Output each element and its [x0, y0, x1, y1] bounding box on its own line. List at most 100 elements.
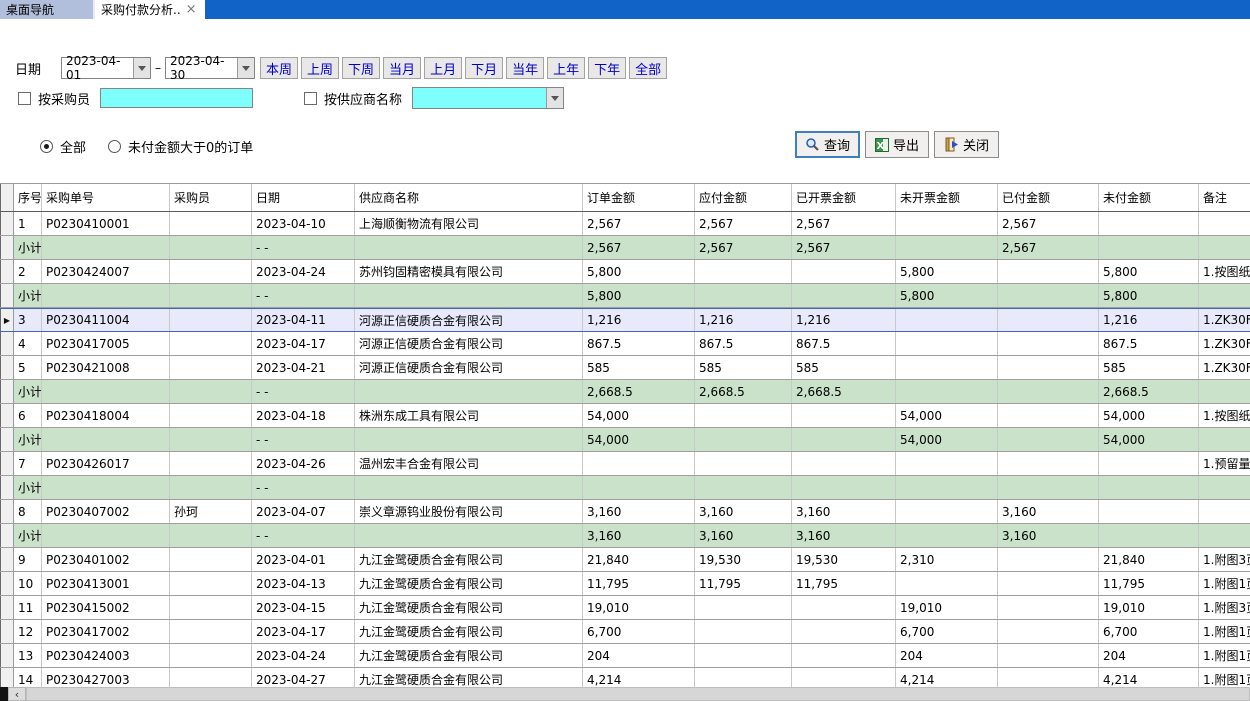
dropdown-button[interactable]	[237, 58, 254, 78]
subtotal-row[interactable]: 小计- -54,00054,00054,000	[0, 428, 1250, 452]
table-row[interactable]: 7P02304260172023-04-26温州宏丰合金有限公司1.预留量	[0, 452, 1250, 476]
scope-radio-1[interactable]: 未付金额大于0的订单	[108, 137, 253, 156]
grid-cell: 2023-04-17	[252, 332, 355, 355]
table-row[interactable]: 6P02304180042023-04-18株洲东成工具有限公司54,00054…	[0, 404, 1250, 428]
row-indicator	[0, 332, 14, 355]
data-grid: 序号采购单号采购员日期供应商名称订单金额应付金额已开票金额未开票金额已付金额未付…	[0, 183, 1250, 687]
scroll-left-button[interactable]: ‹	[8, 687, 26, 701]
date-to-value: 2023-04-30	[166, 54, 237, 82]
grid-cell: 1.ZK30F	[1199, 332, 1250, 355]
quick-range-button-0[interactable]: 本周	[260, 57, 298, 79]
quick-range-button-6[interactable]: 当年	[506, 57, 544, 79]
date-to-select[interactable]: 2023-04-30	[165, 57, 255, 79]
column-header[interactable]: 采购员	[170, 184, 252, 211]
column-header[interactable]: 序号	[14, 184, 42, 211]
grid-cell: 21,840	[583, 548, 695, 571]
column-header[interactable]: 订单金额	[583, 184, 695, 211]
grid-cell: 2023-04-10	[252, 212, 355, 235]
grid-cell	[170, 309, 252, 331]
by-purchaser-checkbox[interactable]	[18, 92, 31, 105]
table-row[interactable]: 9P02304010022023-04-01九江金鹭硬质合金有限公司21,840…	[0, 548, 1250, 572]
grid-cell: 1.按图纸	[1199, 404, 1250, 427]
subtotal-row[interactable]: 小计- -3,1603,1603,1603,160	[0, 524, 1250, 548]
subtotal-row[interactable]: 小计- -5,8005,8005,800	[0, 284, 1250, 308]
quick-range-button-4[interactable]: 上月	[424, 57, 462, 79]
date-range-separator: –	[155, 61, 161, 75]
subtotal-row[interactable]: 小计- -2,668.52,668.52,668.52,668.5	[0, 380, 1250, 404]
quick-range-button-2[interactable]: 下周	[342, 57, 380, 79]
table-row[interactable]: 11P02304150022023-04-15九江金鹭硬质合金有限公司19,01…	[0, 596, 1250, 620]
quick-range-button-5[interactable]: 下月	[465, 57, 503, 79]
tab-purchase-payment-analysis[interactable]: 采购付款分析.. ×	[95, 0, 205, 19]
date-from-select[interactable]: 2023-04-01	[61, 57, 151, 79]
query-button[interactable]: 查询	[795, 131, 860, 158]
column-header[interactable]: 未付金额	[1099, 184, 1199, 211]
horizontal-scrollbar[interactable]: ‹	[0, 687, 1250, 701]
quick-range-button-1[interactable]: 上周	[301, 57, 339, 79]
grid-cell: 2023-04-17	[252, 620, 355, 643]
grid-cell	[170, 236, 252, 259]
export-button[interactable]: X 导出	[865, 131, 929, 158]
table-row[interactable]: 8P0230407002孙珂2023-04-07崇义章源钨业股份有限公司3,16…	[0, 500, 1250, 524]
tab-close-icon[interactable]: ×	[186, 3, 197, 16]
grid-cell: 2,567	[583, 212, 695, 235]
table-row[interactable]: 10P02304130012023-04-13九江金鹭硬质合金有限公司11,79…	[0, 572, 1250, 596]
close-button[interactable]: 关闭	[934, 131, 999, 158]
table-row-selected[interactable]: ▶3P02304110042023-04-11河源正信硬质合金有限公司1,216…	[0, 308, 1250, 332]
grid-cell: P0230418004	[42, 404, 170, 427]
table-row[interactable]: 12P02304170022023-04-17九江金鹭硬质合金有限公司6,700…	[0, 620, 1250, 644]
column-header[interactable]: 日期	[252, 184, 355, 211]
dropdown-button[interactable]	[546, 88, 563, 108]
row-indicator: ▶	[0, 309, 14, 331]
by-supplier-checkbox[interactable]	[304, 92, 317, 105]
subtotal-row[interactable]: 小计- -2,5672,5672,5672,567	[0, 236, 1250, 260]
splitter-handle[interactable]	[0, 687, 8, 701]
row-indicator	[0, 500, 14, 523]
column-header[interactable]: 供应商名称	[355, 184, 583, 211]
purchaser-input[interactable]	[100, 88, 253, 108]
grid-cell	[695, 620, 792, 643]
table-row[interactable]: 14P02304270032023-04-27九江金鹭硬质合金有限公司4,214…	[0, 668, 1250, 687]
grid-cell: 河源正信硬质合金有限公司	[355, 332, 583, 355]
grid-cell: 5,800	[896, 260, 998, 283]
supplier-select[interactable]	[412, 87, 564, 109]
grid-cell	[1199, 380, 1250, 403]
column-header[interactable]: 未开票金额	[896, 184, 998, 211]
grid-cell: - -	[252, 524, 355, 547]
table-row[interactable]: 13P02304240032023-04-24九江金鹭硬质合金有限公司20420…	[0, 644, 1250, 668]
row-indicator	[0, 572, 14, 595]
quick-range-button-3[interactable]: 当月	[383, 57, 421, 79]
column-header[interactable]: 应付金额	[695, 184, 792, 211]
radio-icon[interactable]	[40, 140, 53, 153]
column-header[interactable]: 采购单号	[42, 184, 170, 211]
subtotal-row[interactable]: 小计- -	[0, 476, 1250, 500]
column-header[interactable]: 已开票金额	[792, 184, 896, 211]
grid-cell	[1199, 500, 1250, 523]
grid-cell: 2023-04-24	[252, 260, 355, 283]
column-header[interactable]: 已付金额	[998, 184, 1099, 211]
table-row[interactable]: 2P02304240072023-04-24苏州钧固精密模具有限公司5,8005…	[0, 260, 1250, 284]
scope-radio-row: 全部 未付金额大于0的订单	[40, 137, 253, 156]
quick-range-button-8[interactable]: 下年	[588, 57, 626, 79]
dropdown-button[interactable]	[133, 58, 150, 78]
tab-label: 采购付款分析..	[101, 1, 181, 18]
table-row[interactable]: 5P02304210082023-04-21河源正信硬质合金有限公司585585…	[0, 356, 1250, 380]
radio-icon[interactable]	[108, 140, 121, 153]
quick-range-button-7[interactable]: 上年	[547, 57, 585, 79]
grid-cell: - -	[252, 236, 355, 259]
scope-radio-0[interactable]: 全部	[40, 137, 86, 156]
grid-cell: 19,010	[1099, 596, 1199, 619]
row-indicator	[0, 260, 14, 283]
radio-label: 未付金额大于0的订单	[128, 137, 253, 156]
scrollbar-thumb[interactable]	[26, 687, 1250, 701]
table-row[interactable]: 4P02304170052023-04-17河源正信硬质合金有限公司867.58…	[0, 332, 1250, 356]
grid-cell: 585	[792, 356, 896, 379]
quick-range-button-9[interactable]: 全部	[629, 57, 667, 79]
grid-cell: 小计	[14, 428, 42, 451]
table-row[interactable]: 1P02304100012023-04-10上海顺衡物流有限公司2,5672,5…	[0, 212, 1250, 236]
tab-desktop-navigation[interactable]: 桌面导航	[0, 0, 95, 19]
grid-cell	[42, 284, 170, 307]
column-header[interactable]: 备注	[1199, 184, 1250, 211]
grid-cell: P0230401002	[42, 548, 170, 571]
grid-cell: P0230411004	[42, 309, 170, 331]
